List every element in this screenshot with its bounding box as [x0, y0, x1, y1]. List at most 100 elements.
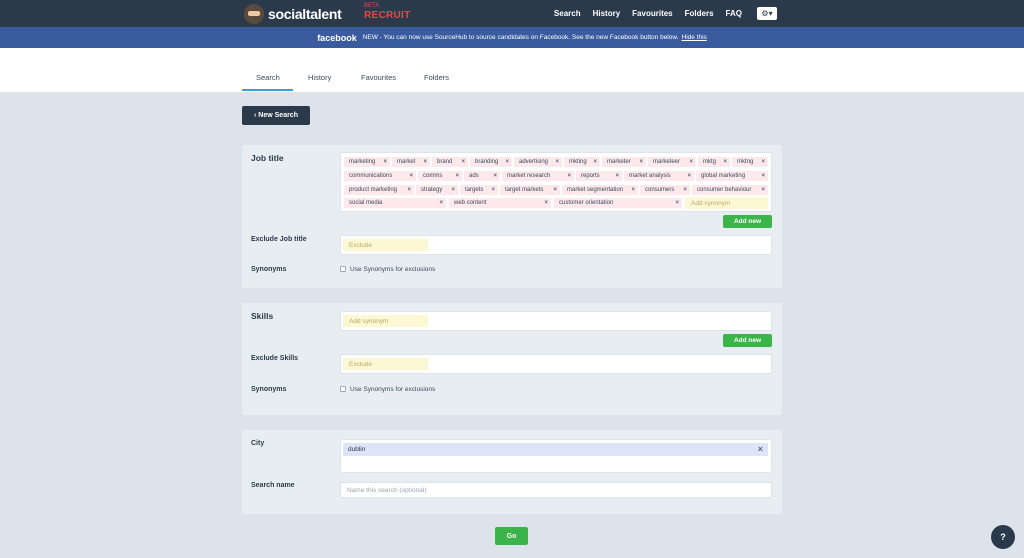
tag-social-media: social media × [344, 198, 446, 208]
tag-brand: brand × [432, 157, 468, 167]
skills-synonyms-checkbox[interactable] [340, 386, 346, 392]
tag-customer-orientation: customer orientation × [554, 198, 682, 208]
tag-market-segmentation: market segmentation × [562, 185, 638, 195]
brand-name: socialtalent [268, 5, 342, 22]
tag-communications: communications × [344, 171, 416, 181]
recruit-label: RECRUIT [364, 10, 411, 21]
banner-message: NEW - You can now use SourceHub to sourc… [362, 34, 679, 41]
remove-tag-icon[interactable]: × [461, 157, 465, 167]
job-title-synonyms-checkbox-label[interactable]: Use Synonyms for exclusions [350, 266, 435, 273]
remove-tag-icon[interactable]: × [761, 157, 765, 167]
tag-consumer-behaviour: consumer behaviour × [692, 185, 768, 195]
beta-label: BETA [364, 3, 380, 9]
remove-tag-icon[interactable]: × [593, 157, 597, 167]
remove-tag-icon[interactable]: × [407, 185, 411, 195]
exclude-job-title-input[interactable]: Exclude [343, 239, 428, 251]
remove-tag-icon[interactable]: × [544, 198, 548, 208]
search-name-label: Search name [251, 482, 295, 489]
tab-favourites[interactable]: Favourites [361, 73, 396, 82]
new-search-button[interactable]: ‹ New Search [242, 106, 310, 125]
remove-tag-icon[interactable]: × [761, 185, 765, 195]
ninja-logo-icon [244, 3, 264, 24]
tag-marketing: marketing × [344, 157, 390, 167]
tag-ads: ads × [464, 171, 500, 181]
tag-target-markets: target markets × [500, 185, 560, 195]
nav-history[interactable]: History [593, 9, 621, 18]
brand-logo[interactable]: socialtalent [244, 3, 342, 24]
remove-tag-icon[interactable]: × [451, 185, 455, 195]
exclude-skills-label: Exclude Skills [251, 355, 299, 362]
remove-city-icon[interactable]: × [758, 444, 763, 454]
remove-tag-icon[interactable]: × [723, 157, 727, 167]
remove-tag-icon[interactable]: × [553, 185, 557, 195]
tag-reports: reports × [576, 171, 622, 181]
nav-links: Search History Favourites Folders FAQ [554, 0, 742, 27]
remove-tag-icon[interactable]: × [689, 157, 693, 167]
remove-tag-icon[interactable]: × [761, 171, 765, 181]
city-tag-dublin: dublin × [343, 443, 768, 456]
tag-product-marketing: product marketing × [344, 185, 414, 195]
skills-add-new-button[interactable]: Add new [723, 334, 772, 347]
remove-tag-icon[interactable]: × [383, 157, 387, 167]
search-name-input[interactable]: Name this search (optional) [340, 482, 772, 498]
remove-tag-icon[interactable]: × [615, 171, 619, 181]
skills-synonyms-label: Synonyms [251, 386, 287, 393]
settings-gear-icon[interactable]: ⚙▾ [757, 7, 777, 20]
tag-strategy: strategy × [416, 185, 458, 195]
remove-tag-icon[interactable]: × [683, 185, 687, 195]
facebook-banner: facebook NEW - You can now use SourceHub… [0, 27, 1024, 48]
remove-tag-icon[interactable]: × [409, 171, 413, 181]
exclude-skills-input[interactable]: Exclude [343, 358, 428, 370]
tab-history[interactable]: History [308, 73, 331, 82]
remove-tag-icon[interactable]: × [505, 157, 509, 167]
exclude-job-title-label: Exclude Job title [251, 236, 307, 243]
nav-folders[interactable]: Folders [685, 9, 714, 18]
skills-add-synonym-input[interactable]: Add synonym [343, 315, 428, 327]
tabs-bar: Search History Favourites Folders [0, 48, 1024, 92]
tag-global-marketing: global marketing × [696, 171, 768, 181]
job-title-add-synonym-input[interactable]: Add synonym [685, 197, 768, 209]
active-tab-indicator [242, 89, 293, 91]
job-title-label: Job title [251, 153, 284, 163]
remove-tag-icon[interactable]: × [455, 171, 459, 181]
tab-search[interactable]: Search [256, 73, 280, 82]
tag-comms: comms × [418, 171, 462, 181]
tag-mktg: mktg × [698, 157, 730, 167]
hide-banner-link[interactable]: Hide this [682, 34, 707, 41]
nav-search[interactable]: Search [554, 9, 581, 18]
help-chat-icon[interactable]: ? [991, 525, 1015, 549]
tag-branding: branding × [470, 157, 512, 167]
remove-tag-icon[interactable]: × [687, 171, 691, 181]
tag-market-research: market research × [502, 171, 574, 181]
nav-faq[interactable]: FAQ [726, 9, 742, 18]
tag-marketer: marketer × [602, 157, 646, 167]
job-title-add-new-button[interactable]: Add new [723, 215, 772, 228]
tag-marketeer: marketeer × [648, 157, 696, 167]
recruit-badge: BETA RECRUIT [364, 3, 424, 23]
remove-tag-icon[interactable]: × [555, 157, 559, 167]
tag-advertising: advertising × [514, 157, 562, 167]
tag-mkting: mkting × [564, 157, 600, 167]
tag-consumers: consumers × [640, 185, 690, 195]
nav-favourites[interactable]: Favourites [632, 9, 672, 18]
city-label: City [251, 440, 265, 447]
job-title-synonyms-checkbox[interactable] [340, 266, 346, 272]
skills-synonyms-checkbox-label[interactable]: Use Synonyms for exclusions [350, 386, 435, 393]
remove-tag-icon[interactable]: × [493, 171, 497, 181]
tag-web-content: web content × [449, 198, 551, 208]
remove-tag-icon[interactable]: × [639, 157, 643, 167]
remove-tag-icon[interactable]: × [491, 185, 495, 195]
skills-label: Skills [251, 311, 274, 321]
remove-tag-icon[interactable]: × [567, 171, 571, 181]
tab-folders[interactable]: Folders [424, 73, 449, 82]
tag-mktng: mktng × [732, 157, 768, 167]
top-navbar: socialtalent BETA RECRUIT Search History… [0, 0, 1024, 27]
remove-tag-icon[interactable]: × [439, 198, 443, 208]
remove-tag-icon[interactable]: × [423, 157, 427, 167]
go-button[interactable]: Go [495, 527, 528, 545]
remove-tag-icon[interactable]: × [675, 198, 679, 208]
remove-tag-icon[interactable]: × [631, 185, 635, 195]
tag-market: market × [392, 157, 430, 167]
tag-market-analysis: market analysis × [624, 171, 694, 181]
facebook-logo: facebook [317, 32, 357, 43]
